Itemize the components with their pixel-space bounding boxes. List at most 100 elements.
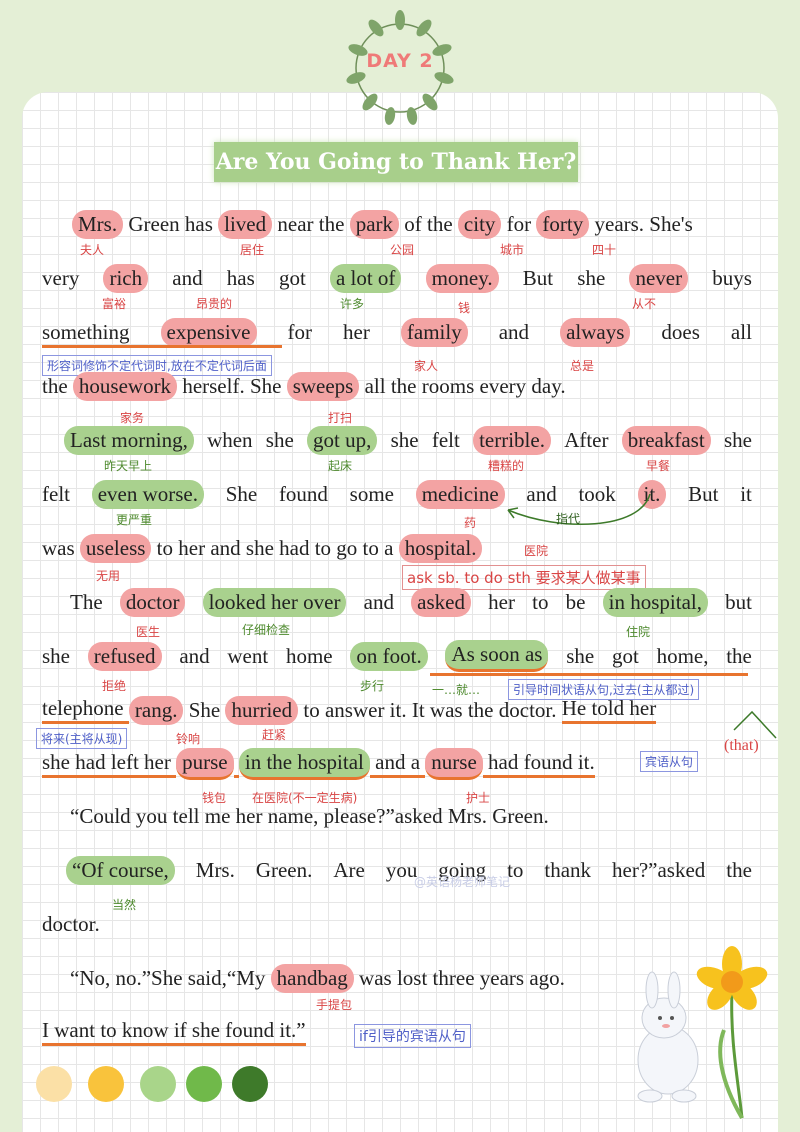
text-line: The doctor looked her over and asked her… <box>42 582 752 622</box>
word: to <box>532 589 549 614</box>
highlight-word: hospital. <box>398 533 483 563</box>
text-line: “Of course, Mrs. Green. Are you going to… <box>42 850 752 890</box>
word: Are <box>333 857 365 882</box>
word: you <box>385 857 418 882</box>
text-line: Mrs. Green has lived near the park of th… <box>42 204 752 244</box>
word: got <box>611 643 639 668</box>
note-handbag: 手提包 <box>316 998 353 1012</box>
highlight-phrase: a lot of <box>329 263 402 293</box>
text-line: was useless to her and she had to go to … <box>42 528 752 568</box>
word: Mrs. <box>195 857 235 882</box>
grammar-underline <box>430 673 748 676</box>
highlight-word: medicine <box>415 479 505 509</box>
word: The <box>70 589 103 614</box>
highlight-phrase: even worse. <box>91 479 204 509</box>
note-never: 从不 <box>632 297 657 311</box>
highlight-word: always <box>560 317 631 347</box>
highlight-word: asked <box>411 587 471 617</box>
color-swatch <box>232 1066 268 1102</box>
text-run: telephone <box>42 696 129 724</box>
watermark: @英语杨老师笔记 <box>414 875 511 889</box>
text-run: Green has <box>123 211 219 236</box>
word: something <box>42 319 130 344</box>
highlight-word: terrible. <box>473 425 551 455</box>
text-run: “No, no.”She said,“My <box>70 965 271 990</box>
text-run: near the <box>272 211 350 236</box>
grammar-note-if-clause: if引导的宾语从句 <box>354 1024 471 1048</box>
highlight-phrase: in the hospital <box>238 748 370 780</box>
word: she <box>577 265 606 290</box>
highlight-word: Mrs. <box>72 209 124 239</box>
note-mrs: 夫人 <box>80 243 105 257</box>
text-run: to answer it. It was the doctor. <box>298 697 562 722</box>
note-lived: 居住 <box>240 243 265 257</box>
note-park: 公园 <box>390 243 415 257</box>
highlight-word: family <box>400 317 468 347</box>
day-label: DAY 2 <box>366 50 434 72</box>
note-hurried: 赶紧 <box>262 728 287 742</box>
word: she <box>42 643 70 668</box>
note-got-up: 起床 <box>328 459 353 473</box>
word: Green. <box>255 857 313 882</box>
word: home, <box>656 643 709 668</box>
word: buys <box>712 265 752 290</box>
highlight-word: expensive <box>160 317 257 347</box>
word: her?”asked <box>612 857 706 882</box>
color-swatch <box>140 1066 176 1102</box>
highlight-word: lived <box>218 209 273 239</box>
text-run: herself. She <box>177 373 287 398</box>
text-run: was lost three years ago. <box>353 965 565 990</box>
word: But <box>688 481 719 506</box>
word: some <box>349 481 394 506</box>
text-run: the <box>42 373 73 398</box>
highlight-phrase: Last morning, <box>64 425 194 455</box>
highlight-word: rich <box>103 263 149 293</box>
text-run: of the <box>399 211 458 236</box>
text-line: the housework herself. She sweeps all th… <box>42 366 752 406</box>
word: went <box>227 643 269 668</box>
word: got <box>278 265 306 290</box>
note-breakfast: 早餐 <box>646 459 671 473</box>
text-line: she refused and went home on foot. As so… <box>42 636 752 676</box>
note-city: 城市 <box>500 243 525 257</box>
word: her <box>343 319 370 344</box>
highlight-word: refused <box>87 641 162 671</box>
highlight-word: handbag <box>270 963 354 993</box>
highlight-word: park <box>349 209 400 239</box>
highlight-word: never <box>629 263 689 293</box>
text-run: He told her <box>561 696 657 724</box>
highlight-word: nurse <box>425 748 483 780</box>
color-swatch <box>36 1066 72 1102</box>
word: she <box>566 643 595 668</box>
word: She <box>225 481 258 506</box>
text-run: all the rooms every day. <box>359 373 566 398</box>
text-run: She <box>183 697 226 722</box>
word: felt <box>431 427 460 452</box>
text-line: telephone rang. She hurried to answer it… <box>42 690 752 730</box>
highlight-word: city <box>457 209 502 239</box>
note-hospital: 医院 <box>524 544 549 558</box>
highlight-phrase: on foot. <box>350 641 428 671</box>
text-run: she had left her <box>42 750 177 778</box>
word: But <box>522 265 554 290</box>
note-last-morning: 昨天早上 <box>104 459 153 473</box>
word: the <box>726 643 752 668</box>
word: home <box>285 643 333 668</box>
highlight-phrase: “Of course, <box>66 855 175 885</box>
highlight-word: hurried <box>225 695 299 725</box>
highlight-word: breakfast <box>621 425 711 455</box>
word: she <box>265 427 294 452</box>
text-run: “Could you tell me her name, please?”ask… <box>70 803 549 828</box>
highlight-word: purse <box>176 748 234 780</box>
word: her <box>488 589 515 614</box>
note-rich: 富裕 <box>102 297 127 311</box>
note-even-worse: 更严重 <box>116 513 153 527</box>
text-line: “Could you tell me her name, please?”ask… <box>42 796 752 836</box>
text-run: I want to know if she found it.” <box>42 1018 306 1046</box>
word: and <box>363 589 394 614</box>
word: but <box>725 589 752 614</box>
word: very <box>42 265 80 290</box>
word: and <box>179 643 210 668</box>
text-run: to her and she had to go to a <box>151 535 399 560</box>
highlight-word: forty <box>536 209 590 239</box>
